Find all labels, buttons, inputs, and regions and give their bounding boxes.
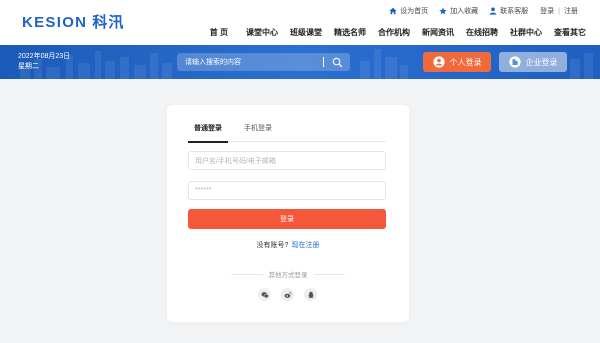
other-login-divider: 其他方式登录 [231,269,345,279]
search-divider [323,57,324,67]
site-logo[interactable]: KESION 科汛 [22,11,124,32]
register-prompt: 没有账号? 现在注册 [167,240,409,250]
tab-normal-login[interactable]: 普通登录 [188,120,228,143]
nav-partners[interactable]: 合作机构 [378,27,410,38]
search-input[interactable]: 请输入搜索的内容 [185,57,323,67]
auth-links: 登录 | 注册 [540,6,578,16]
search-icon[interactable] [332,57,343,68]
register-now-link[interactable]: 现在注册 [291,242,319,249]
top-register-link[interactable]: 注册 [564,6,578,16]
nav-class[interactable]: 班级课堂 [290,27,322,38]
no-account-text: 没有账号? [256,242,289,249]
personal-login-button[interactable]: 个人登录 [423,52,491,72]
top-login-link[interactable]: 登录 [540,6,554,16]
header: KESION 科汛 设为首页 加入收藏 联系客服 登录 | 注册 首 页 课堂中… [0,0,600,45]
wechat-icon [260,291,269,298]
set-homepage-link[interactable]: 设为首页 [389,6,428,16]
nav-more[interactable]: 查看其它 [554,27,586,38]
nav-teachers[interactable]: 精选名师 [334,27,366,38]
social-login-list [253,288,322,301]
username-field[interactable]: 用户名/手机号码/电子邮箱 [188,151,386,170]
nav-news[interactable]: 新闻资讯 [422,27,454,38]
login-card: 普通登录 手机登录 用户名/手机号码/电子邮箱 ****** 登录 没有账号? 现… [167,105,409,322]
top-banner: 2022年08月23日 星期二 请输入搜索的内容 个人登录 企业登录 [0,45,600,79]
auth-separator: | [558,7,560,15]
other-login-label: 其他方式登录 [268,272,308,279]
add-favorite-label: 加入收藏 [450,8,479,15]
enterprise-login-label: 企业登录 [525,57,558,67]
nav-jobs[interactable]: 在线招聘 [466,27,498,38]
contact-service-link[interactable]: 联系客服 [489,6,528,16]
current-date: 2022年08月23日 星期二 [18,52,70,72]
qq-login-button[interactable] [304,288,317,301]
logo-text-en: KESION [22,14,88,31]
user-circle-icon [432,56,445,68]
top-links: 设为首页 加入收藏 联系客服 登录 | 注册 [378,6,578,16]
divider-line-left [231,273,263,275]
weibo-login-button[interactable] [281,288,294,301]
date-text: 2022年08月23日 [18,53,71,60]
search-box[interactable]: 请输入搜索的内容 [177,53,350,71]
weibo-icon [284,291,292,298]
nav-home[interactable]: 首 页 [210,27,228,38]
enterprise-login-button[interactable]: 企业登录 [499,52,567,72]
personal-login-label: 个人登录 [449,57,482,67]
qq-icon [307,291,314,298]
add-favorite-link[interactable]: 加入收藏 [439,6,478,16]
wechat-login-button[interactable] [258,288,271,301]
divider-line-right [313,273,345,275]
nav-course-center[interactable]: 课堂中心 [246,27,278,38]
main-nav: 首 页 课堂中心 班级课堂 精选名师 合作机构 新闻资讯 在线招聘 社群中心 查… [204,27,592,38]
login-button[interactable]: 登录 [188,209,386,229]
star-icon [439,7,447,15]
building-icon [508,56,521,68]
password-field[interactable]: ****** [188,181,386,200]
login-tabs: 普通登录 手机登录 [188,120,386,143]
weekday-text: 星期二 [18,63,39,70]
contact-service-label: 联系客服 [500,8,529,15]
user-icon [489,7,497,15]
nav-community[interactable]: 社群中心 [510,27,542,38]
set-homepage-label: 设为首页 [400,8,429,15]
home-icon [389,7,397,15]
logo-text-cn: 科汛 [92,14,125,31]
tab-phone-login[interactable]: 手机登录 [244,120,272,142]
